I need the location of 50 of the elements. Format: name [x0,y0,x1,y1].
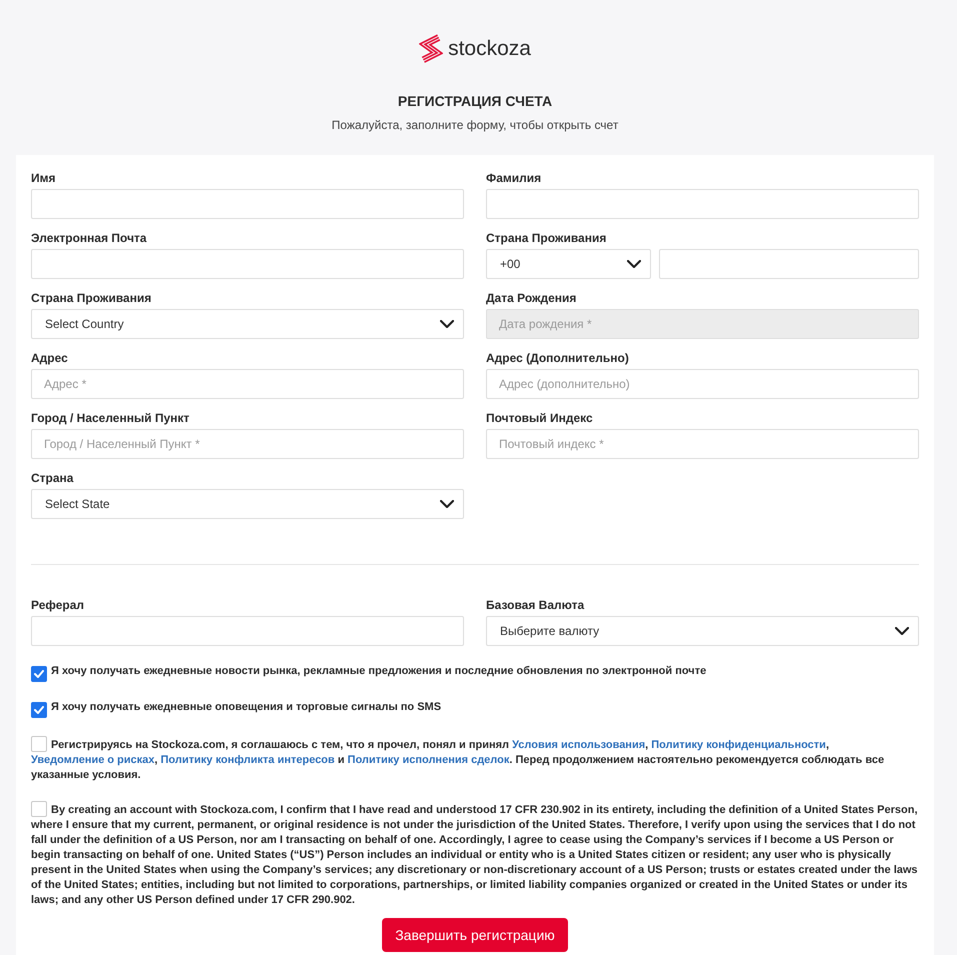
page-subtitle: Пожалуйста, заполните форму, чтобы открыть счет [332,117,618,133]
field-label: Страна Проживания [486,231,608,245]
field-label: Реферал [31,598,86,612]
dropdown[interactable]: Выберите валюту [486,616,919,646]
policy-link[interactable]: Политику конфиденциальности [651,739,826,751]
policy-link[interactable]: Политику конфликта интересов [160,754,335,766]
consent-text: Я хочу получать ежедневные оповещения и торговые сигналы по SMS [31,700,919,718]
field-label: Базовая Валюта [486,598,586,612]
field-label: Почтовый Индекс [486,411,594,425]
text-field[interactable] [31,189,464,219]
phone-code-dropdown[interactable]: +00 [486,249,651,279]
text-field[interactable] [486,189,919,219]
field-label: Фамилия [486,171,542,185]
chevron-down-icon [440,500,454,508]
field-label: Дата Рождения [486,291,578,305]
text-field[interactable] [31,249,464,279]
text-field[interactable] [31,616,464,646]
field-label: Страна Проживания [31,291,152,305]
checkbox[interactable] [31,702,47,718]
logo-icon [419,34,444,64]
chevron-down-icon [895,627,909,635]
text-field[interactable]: Почтовый индекс * [486,429,919,459]
chevron-down-icon [440,320,454,328]
submit-button[interactable]: Завершить регистрацию [382,918,568,952]
text-field[interactable]: Адрес (дополнительно) [486,369,919,399]
check-icon [34,670,44,678]
field-label: Электронная Почта [31,231,148,245]
text-field[interactable]: Город / Населенный Пункт * [31,429,464,459]
dropdown[interactable]: Select Country [31,309,464,339]
field-label: Адрес (Дополнительно) [486,351,630,365]
page-title: РЕГИСТРАЦИЯ СЧЕТА [398,92,552,110]
policy-link[interactable]: Условия использования [512,739,646,751]
checkbox[interactable] [31,666,47,682]
field-label: Город / Населенный Пункт [31,411,190,425]
consent-text: By creating an account with Stockoza.com, I confirm that I have read and understood 17 CFR 230.902 in its entirety, including the definition of a United States Person, where I ensure that my current, permanent, or original residence is not under the jurisdiction of the United States. Therefore, I verify upon using the services that I do not fall under the definition of a US Person, nor am I transacting on behalf of one. Accordingly, I agree to cease using the Company’s services if I become a US Person or begin transacting on behalf of one. United States (“US”) Person includes an individual or entity who is a United States citizen or resident; any user who is physically present in the United States when using the Company’s services; any discretionary or non-discretionary account of a US Person; trusts or estates created under the laws of the United States; entities, including but not limited to corporations, partnerships, or limited liability companies organized or created in the United States or under its laws; and any other US Person defined under 17 CFR 290.902. [31,801,919,908]
checkbox[interactable] [31,736,47,752]
logo-text: stockoza [448,37,531,61]
field-label: Страна [31,471,74,485]
policy-link[interactable]: Политику исполнения сделок [348,754,510,766]
text-field[interactable]: Адрес * [31,369,464,399]
consent-text: Я хочу получать ежедневные новости рынка, рекламные предложения и последние обновления по электронной почте [31,664,919,682]
phone-number-field[interactable] [659,249,919,279]
consent-text: Регистрируясь на Stockoza.com, я соглашаюсь с тем, что я прочел, понял и принял Условия использования, Политику конфиденциальности, Уведомление о рисках, Политику конфликта интересов и Политику исполнения сделок. Перед продолжением настоятельно рекомендуется соблюдать все указанные условия. [31,736,919,783]
field-label: Имя [31,171,57,185]
dropdown[interactable]: Select State [31,489,464,519]
check-icon [34,706,44,714]
checkbox[interactable] [31,801,47,817]
field-label: Адрес [31,351,69,365]
chevron-down-icon [627,260,641,268]
policy-link[interactable]: Уведомление о рисках [31,754,155,766]
